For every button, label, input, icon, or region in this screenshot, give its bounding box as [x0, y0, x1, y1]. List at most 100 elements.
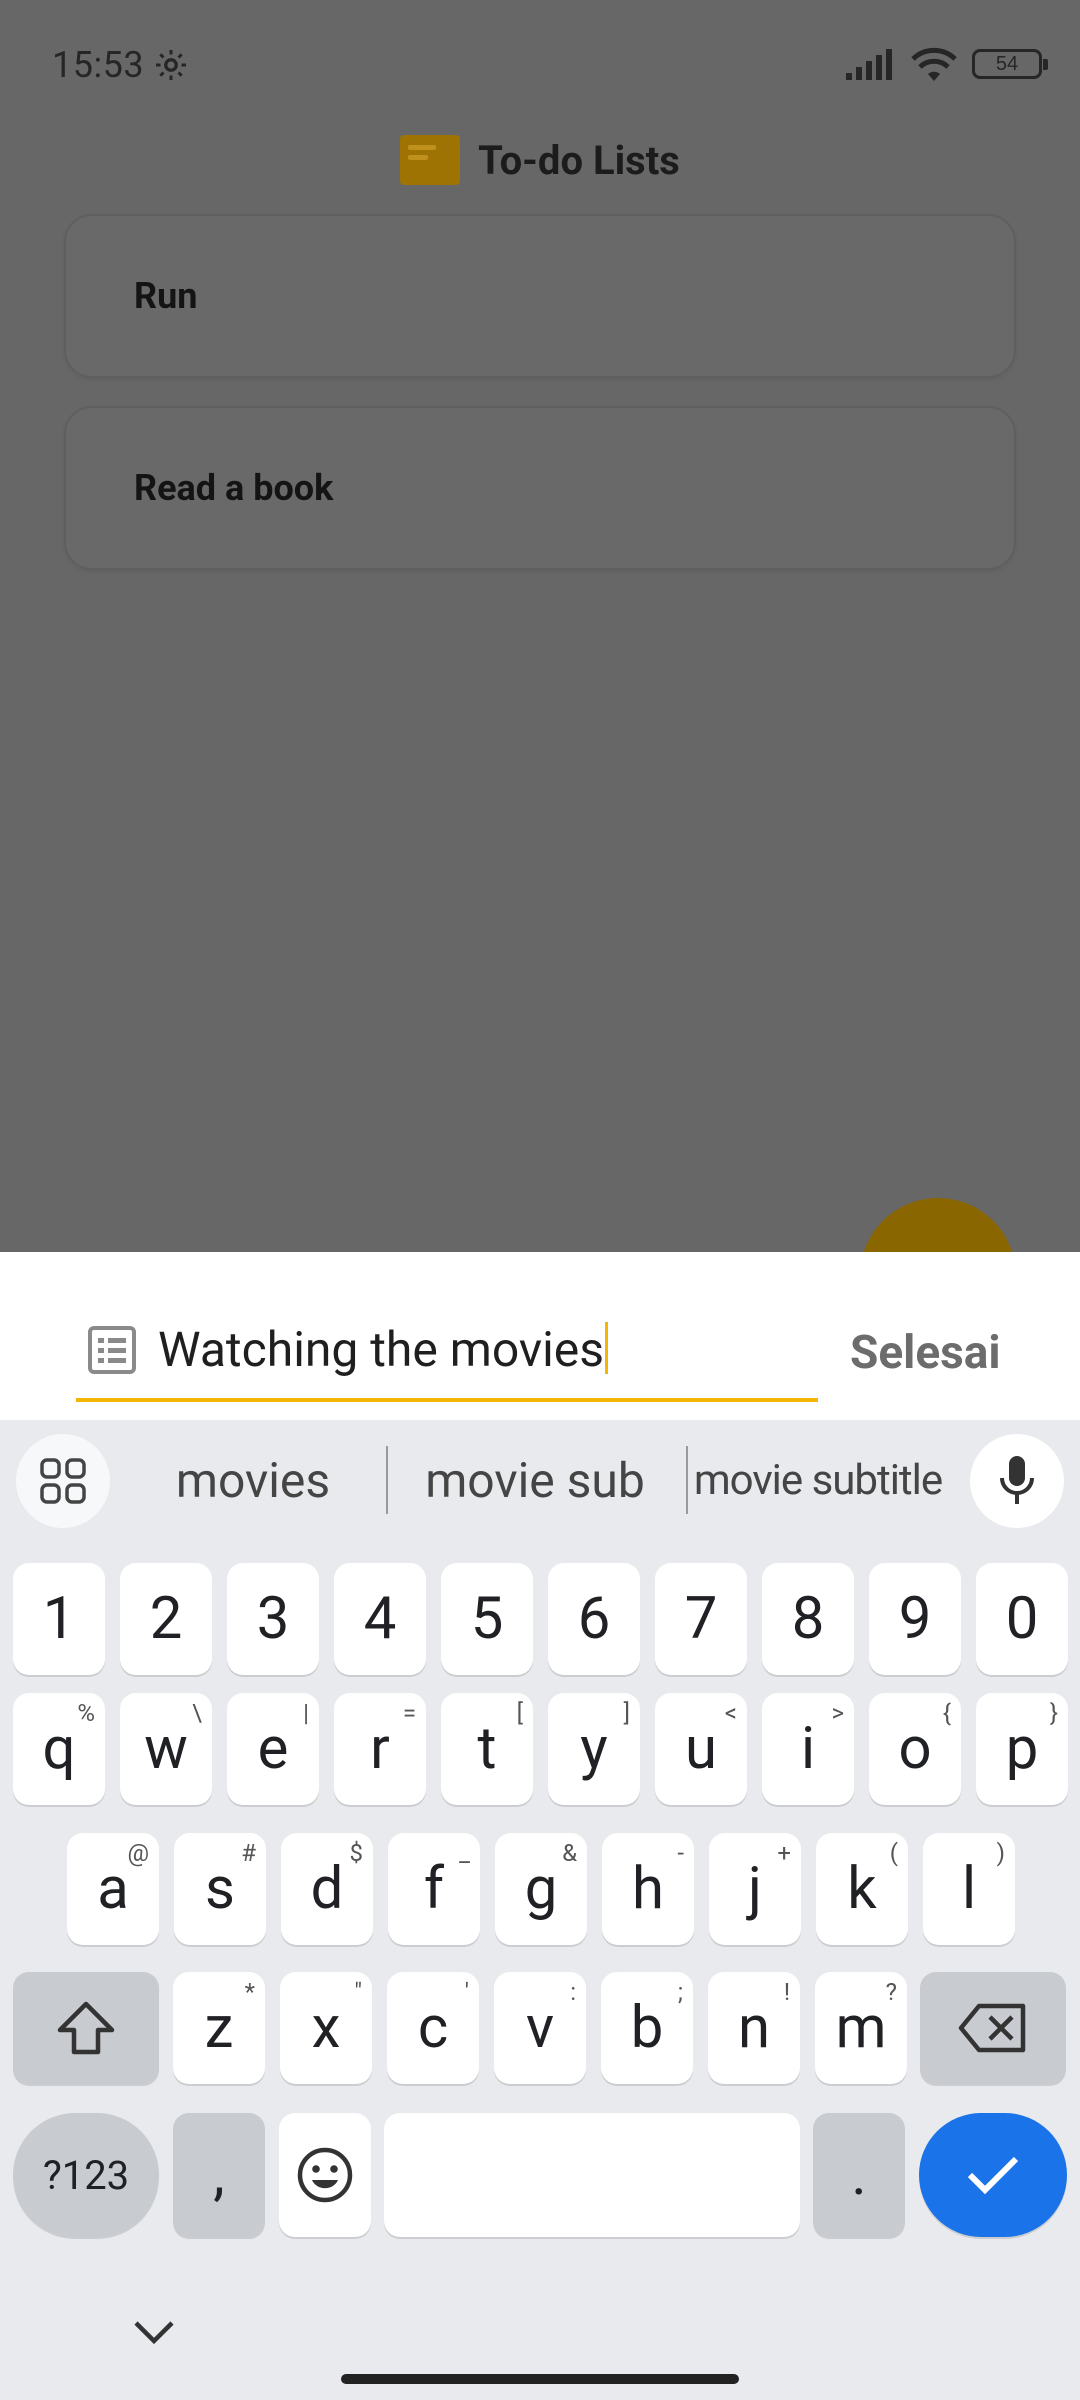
key-j[interactable]: j +	[709, 1833, 801, 1945]
key-q-hint: %	[77, 1699, 95, 1727]
key-m-hint: ?	[885, 1978, 897, 2006]
key-6[interactable]: 6	[548, 1563, 640, 1675]
key-y[interactable]: y]	[548, 1693, 640, 1805]
key-p[interactable]: p}	[976, 1693, 1068, 1805]
key-g[interactable]: g &	[495, 1833, 587, 1945]
key-x-label: x	[311, 1994, 341, 2062]
battery-icon: 54	[972, 49, 1048, 79]
key-g-hint: &	[562, 1839, 577, 1867]
enter-key[interactable]	[919, 2113, 1067, 2237]
key-h-hint: -	[677, 1839, 684, 1867]
key-h[interactable]: h-	[602, 1833, 694, 1945]
key-4[interactable]: 4	[334, 1563, 426, 1675]
key-k-label: k	[847, 1855, 877, 1923]
period-label: .	[851, 2141, 867, 2209]
key-q[interactable]: q%	[13, 1693, 105, 1805]
key-1[interactable]: 1	[13, 1563, 105, 1675]
key-l[interactable]: l)	[923, 1833, 1015, 1945]
key-m[interactable]: m?	[815, 1972, 907, 2084]
backspace-key[interactable]	[920, 1972, 1066, 2084]
home-indicator[interactable]	[341, 2374, 739, 2384]
key-o[interactable]: o{	[869, 1693, 961, 1805]
key-f-hint: _	[459, 1839, 470, 1867]
add-todo-sheet: Watching the movies Selesai	[0, 1252, 1080, 1420]
key-d[interactable]: d $	[281, 1833, 373, 1945]
key-f-label: f	[423, 1855, 445, 1923]
key-0[interactable]: 0	[976, 1563, 1068, 1675]
voice-input-button[interactable]	[970, 1434, 1064, 1528]
signal-icon	[846, 49, 892, 80]
key-k[interactable]: k(	[816, 1833, 908, 1945]
key-s[interactable]: s #	[174, 1833, 266, 1945]
key-y-label: y	[580, 1715, 608, 1783]
key-n-label: n	[737, 1994, 771, 2062]
symbols-key[interactable]: ?123	[13, 2113, 159, 2237]
todo-item-label: Run	[134, 275, 198, 317]
key-9[interactable]: 9	[869, 1563, 961, 1675]
apps-grid-icon	[40, 1458, 86, 1504]
key-n[interactable]: n!	[708, 1972, 800, 2084]
battery-level: 54	[995, 52, 1019, 75]
key-l-hint: )	[996, 1839, 1005, 1867]
key-b-hint: ;	[677, 1978, 683, 2006]
key-u[interactable]: u <	[655, 1693, 747, 1805]
key-x[interactable]: x "	[280, 1972, 372, 2084]
checkmark-icon	[967, 2156, 1019, 2195]
shift-key[interactable]	[13, 1972, 159, 2084]
key-i[interactable]: i >	[762, 1693, 854, 1805]
todo-item-label: Read a book	[134, 467, 334, 509]
suggestion-1[interactable]: movies	[150, 1448, 356, 1512]
key-6-label: 6	[577, 1585, 611, 1653]
key-j-label: j	[748, 1855, 762, 1923]
space-key[interactable]	[384, 2113, 800, 2237]
key-j-hint: +	[777, 1839, 791, 1867]
key-e[interactable]: e |	[227, 1693, 319, 1805]
key-b-label: b	[630, 1994, 664, 2062]
key-7-label: 7	[684, 1585, 718, 1653]
key-y-hint: ]	[623, 1699, 630, 1727]
add-todo-button[interactable]	[860, 1198, 1016, 1252]
suggestion-bar: movies movie sub movie subtitle	[0, 1420, 1080, 1540]
key-3[interactable]: 3	[227, 1563, 319, 1675]
key-r[interactable]: r =	[334, 1693, 426, 1805]
emoji-icon	[297, 2147, 353, 2203]
keyboard-menu-button[interactable]	[16, 1434, 110, 1528]
key-a[interactable]: a @	[67, 1833, 159, 1945]
key-7[interactable]: 7	[655, 1563, 747, 1675]
suggestion-2[interactable]: movie sub	[400, 1448, 670, 1512]
key-8[interactable]: 8	[762, 1563, 854, 1675]
comma-key[interactable]: ,	[173, 2113, 265, 2237]
emoji-key[interactable]	[279, 2113, 371, 2237]
key-i-hint: >	[831, 1699, 844, 1727]
todo-input[interactable]: Watching the movies	[76, 1314, 818, 1402]
key-b[interactable]: b;	[601, 1972, 693, 2084]
list-icon	[88, 1326, 136, 1374]
app-screen: 15:53 54 To-do Lists Run Read a book	[0, 0, 1080, 1252]
key-z[interactable]: z *	[173, 1972, 265, 2084]
app-header: To-do Lists	[0, 130, 1080, 190]
suggestion-3[interactable]: movie subtitle	[694, 1448, 943, 1512]
key-u-label: u	[685, 1715, 717, 1783]
key-2[interactable]: 2	[120, 1563, 212, 1675]
done-button[interactable]: Selesai	[850, 1326, 1001, 1380]
key-t-label: t	[477, 1715, 497, 1783]
key-w[interactable]: w \	[120, 1693, 212, 1805]
todo-item[interactable]: Run	[64, 214, 1016, 378]
key-8-label: 8	[791, 1585, 825, 1653]
key-v[interactable]: v:	[494, 1972, 586, 2084]
hide-keyboard-chevron-icon[interactable]	[132, 2318, 176, 2346]
key-f[interactable]: f _	[388, 1833, 480, 1945]
todo-input-value: Watching the movies	[158, 1320, 608, 1380]
todo-item[interactable]: Read a book	[64, 406, 1016, 570]
key-c[interactable]: c '	[387, 1972, 479, 2084]
key-v-hint: :	[570, 1978, 576, 2006]
key-r-label: r	[370, 1715, 390, 1783]
keyboard: movies movie sub movie subtitle 123456 7 8…	[0, 1420, 1080, 2400]
period-key[interactable]: .	[813, 2113, 905, 2237]
key-5[interactable]: 5	[441, 1563, 533, 1675]
backspace-icon	[958, 2003, 1026, 2053]
key-s-label: s	[205, 1855, 235, 1923]
key-d-hint: $	[349, 1839, 364, 1867]
key-m-label: m	[835, 1994, 887, 2062]
key-t[interactable]: t[	[441, 1693, 533, 1805]
